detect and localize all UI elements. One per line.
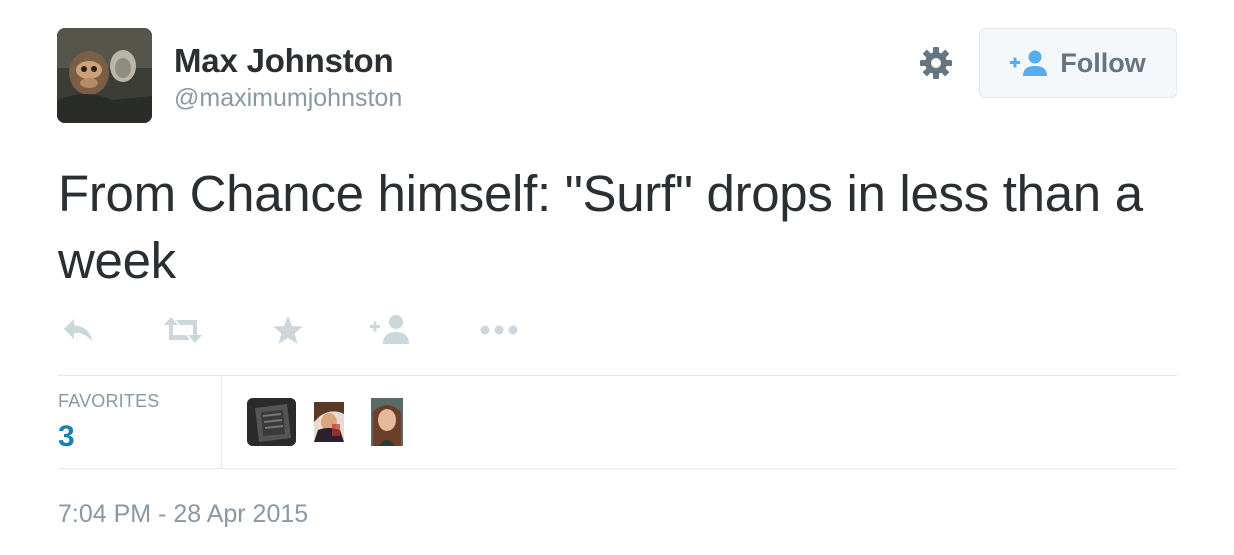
favorites-count[interactable]: 3 (58, 420, 75, 454)
user-name[interactable]: Max Johnston (174, 42, 394, 80)
favoriter-avatar-2[interactable] (314, 402, 344, 442)
stats-top-divider (58, 375, 1177, 376)
gear-icon[interactable] (918, 45, 954, 81)
tweet-text: From Chance himself: "Surf" drops in les… (58, 165, 1143, 289)
retweet-icon[interactable] (162, 313, 204, 347)
star-icon[interactable] (272, 313, 304, 347)
stats-vertical-divider (221, 376, 222, 468)
stats-bottom-divider (58, 468, 1177, 469)
follow-label: Follow (1060, 47, 1146, 78)
favorites-label[interactable]: FAVORITES (58, 391, 160, 412)
user-handle[interactable]: @maximumjohnston (174, 84, 402, 113)
user-avatar[interactable] (57, 28, 152, 123)
tweet-card: Max Johnston @maximumjohnston Follow Fro… (0, 0, 1234, 555)
favoriter-avatar-1[interactable] (247, 398, 296, 446)
follow-button[interactable]: Follow (979, 28, 1177, 98)
tweet-timestamp[interactable]: 7:04 PM - 28 Apr 2015 (58, 500, 308, 529)
add-person-icon (1010, 50, 1048, 76)
reply-icon[interactable] (62, 313, 94, 347)
add-person-icon[interactable] (370, 313, 412, 347)
favoriter-avatar-3[interactable] (371, 398, 403, 446)
more-dots-icon[interactable] (480, 313, 518, 347)
